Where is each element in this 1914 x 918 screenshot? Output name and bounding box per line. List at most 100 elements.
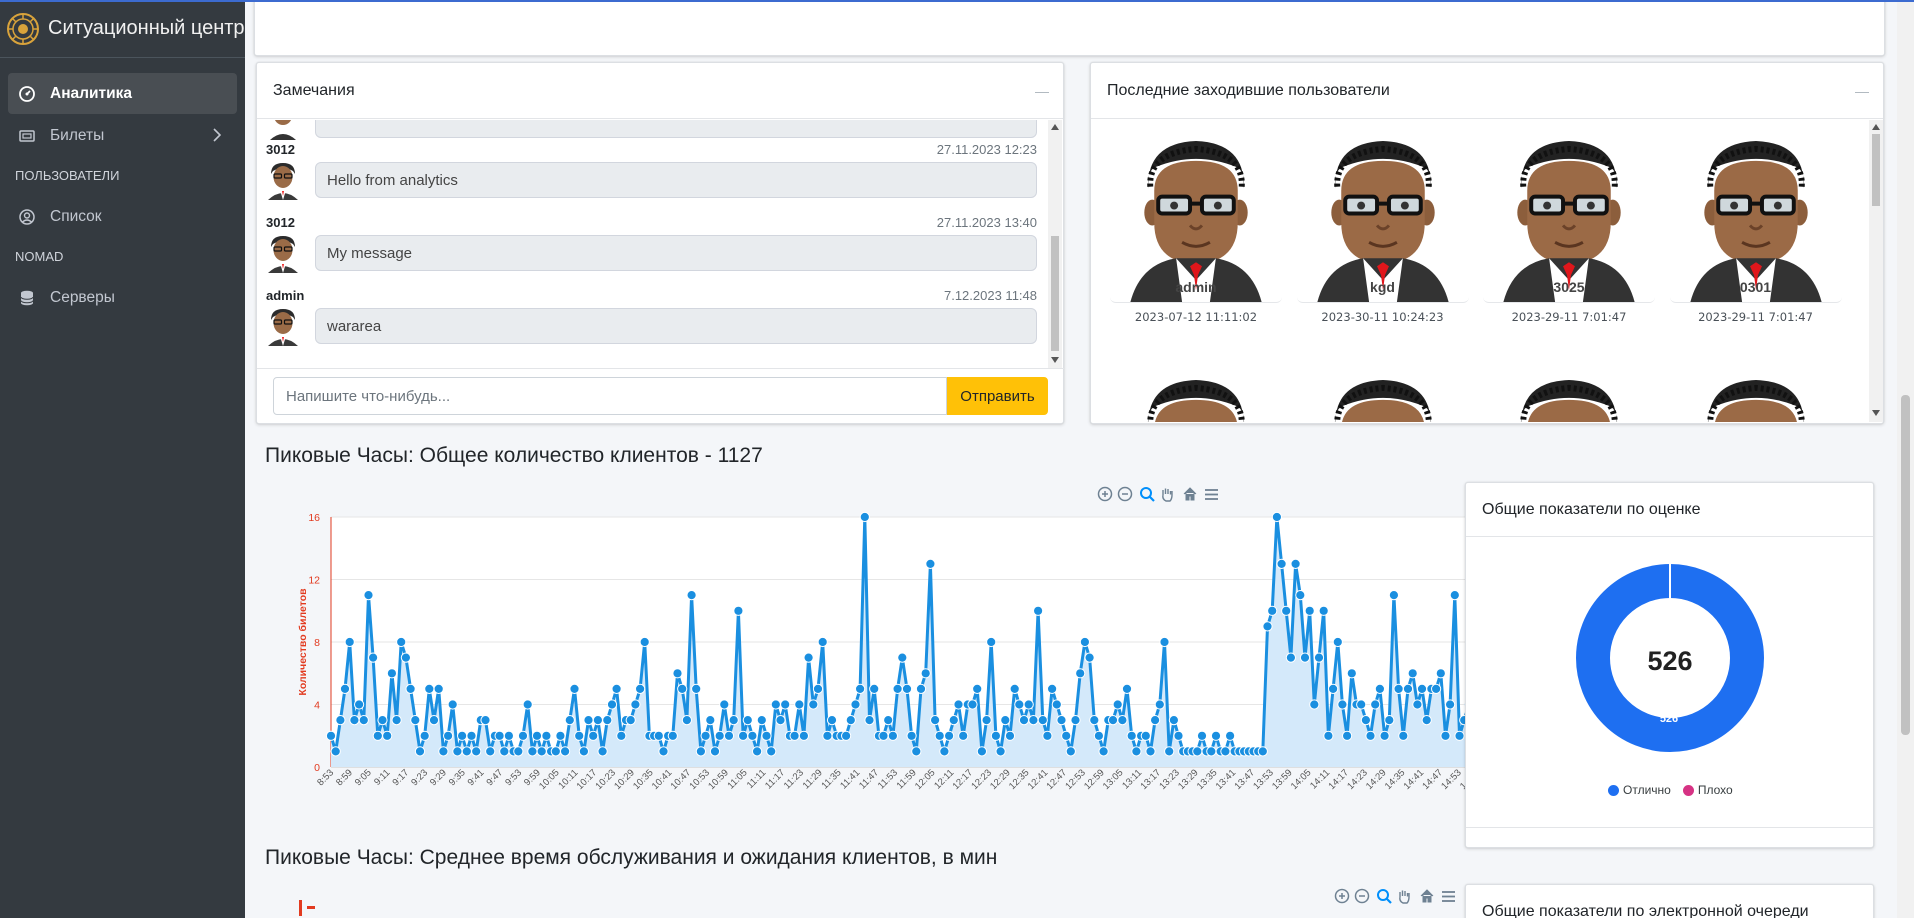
data-point[interactable] — [606, 699, 618, 710]
data-point[interactable] — [920, 668, 931, 679]
data-point[interactable] — [461, 746, 472, 757]
data-point[interactable] — [1257, 746, 1268, 757]
data-point[interactable] — [1435, 668, 1446, 679]
data-point[interactable] — [752, 746, 763, 757]
data-point[interactable] — [1065, 746, 1076, 757]
zoom-out-icon[interactable] — [1117, 486, 1134, 503]
data-point[interactable] — [892, 683, 903, 694]
data-point[interactable] — [639, 636, 650, 648]
data-point[interactable] — [869, 683, 880, 694]
data-point[interactable] — [1299, 652, 1311, 663]
data-point[interactable] — [1037, 715, 1048, 726]
data-point[interactable] — [1168, 715, 1180, 726]
data-point[interactable] — [433, 683, 444, 694]
data-point[interactable] — [1379, 730, 1390, 741]
data-point[interactable] — [1159, 636, 1170, 648]
data-point[interactable] — [1196, 730, 1208, 741]
data-point[interactable] — [681, 715, 692, 726]
data-point[interactable] — [1402, 683, 1414, 694]
data-point[interactable] — [428, 715, 440, 726]
data-point[interactable] — [1042, 730, 1053, 741]
data-point[interactable] — [915, 683, 927, 694]
data-point[interactable] — [541, 730, 552, 741]
data-point[interactable] — [1431, 683, 1442, 694]
data-point[interactable] — [1421, 715, 1432, 726]
data-point[interactable] — [602, 715, 613, 726]
data-point[interactable] — [1070, 715, 1081, 726]
user-card-partial[interactable] — [1669, 370, 1842, 422]
user-card-partial[interactable] — [1483, 370, 1655, 422]
data-point[interactable] — [480, 715, 491, 726]
data-point[interactable] — [1416, 683, 1428, 694]
data-point[interactable] — [742, 715, 753, 726]
data-point[interactable] — [419, 730, 430, 741]
data-point[interactable] — [1407, 668, 1418, 679]
data-point[interactable] — [944, 730, 955, 741]
data-point[interactable] — [700, 730, 711, 741]
data-point[interactable] — [723, 730, 735, 741]
data-point[interactable] — [344, 636, 355, 648]
data-point[interactable] — [1084, 652, 1095, 663]
data-point[interactable] — [1056, 715, 1067, 726]
data-point[interactable] — [1313, 652, 1325, 663]
data-point[interactable] — [761, 730, 772, 741]
data-point[interactable] — [335, 715, 346, 726]
data-point[interactable] — [803, 652, 814, 663]
data-point[interactable] — [1412, 699, 1423, 710]
data-point[interactable] — [1318, 605, 1329, 616]
data-point[interactable] — [798, 730, 810, 741]
zoom-in-icon[interactable] — [1334, 888, 1351, 905]
users-scrollbar[interactable] — [1869, 120, 1883, 422]
data-point[interactable] — [1276, 558, 1287, 570]
chat-messages[interactable]: 3012 27.11.2023 12:23 Hello from analyti… — [257, 120, 1055, 368]
data-point[interactable] — [667, 730, 678, 741]
message-input[interactable]: Напишите что-нибудь... — [273, 377, 947, 415]
data-point[interactable] — [1370, 699, 1381, 710]
data-point[interactable] — [1131, 746, 1142, 757]
data-point[interactable] — [719, 699, 730, 710]
data-point[interactable] — [325, 730, 337, 741]
data-point[interactable] — [574, 730, 585, 741]
data-point[interactable] — [372, 730, 383, 741]
data-point[interactable] — [1365, 730, 1376, 741]
data-point[interactable] — [1342, 730, 1353, 741]
data-point[interactable] — [864, 715, 875, 726]
data-point[interactable] — [1285, 652, 1297, 663]
data-point[interactable] — [560, 746, 571, 757]
data-point[interactable] — [976, 746, 988, 757]
data-point[interactable] — [1398, 730, 1409, 741]
menu-icon[interactable] — [1203, 486, 1220, 503]
data-point[interactable] — [1304, 605, 1315, 616]
data-point[interactable] — [1290, 558, 1301, 570]
chat-scrollbar[interactable] — [1048, 120, 1062, 368]
data-point[interactable] — [826, 715, 838, 726]
data-point[interactable] — [625, 715, 636, 726]
scroll-thumb[interactable] — [1872, 134, 1880, 206]
data-point[interactable] — [1360, 715, 1372, 726]
legend-label-excellent[interactable]: Отлично — [1623, 783, 1671, 797]
data-point[interactable] — [405, 683, 416, 694]
data-point[interactable] — [897, 652, 908, 663]
data-point[interactable] — [738, 730, 749, 741]
data-point[interactable] — [972, 683, 983, 694]
data-point[interactable] — [363, 590, 374, 601]
data-point[interactable] — [812, 683, 824, 694]
data-point[interactable] — [466, 730, 477, 741]
data-point[interactable] — [859, 511, 870, 523]
data-point[interactable] — [517, 730, 529, 741]
data-point[interactable] — [550, 746, 561, 757]
data-point[interactable] — [564, 715, 575, 726]
sidebar-item-servers[interactable]: Серверы — [8, 277, 237, 318]
data-point[interactable] — [1117, 715, 1128, 726]
data-point[interactable] — [733, 605, 744, 616]
data-point[interactable] — [986, 636, 997, 648]
menu-icon[interactable] — [1440, 888, 1457, 905]
data-point[interactable] — [747, 730, 758, 741]
data-point[interactable] — [756, 715, 767, 726]
data-point[interactable] — [1009, 683, 1020, 694]
data-point[interactable] — [1028, 715, 1039, 726]
data-point[interactable] — [1445, 699, 1456, 710]
data-point[interactable] — [457, 730, 468, 741]
data-point[interactable] — [1150, 715, 1161, 726]
data-point[interactable] — [569, 683, 580, 694]
